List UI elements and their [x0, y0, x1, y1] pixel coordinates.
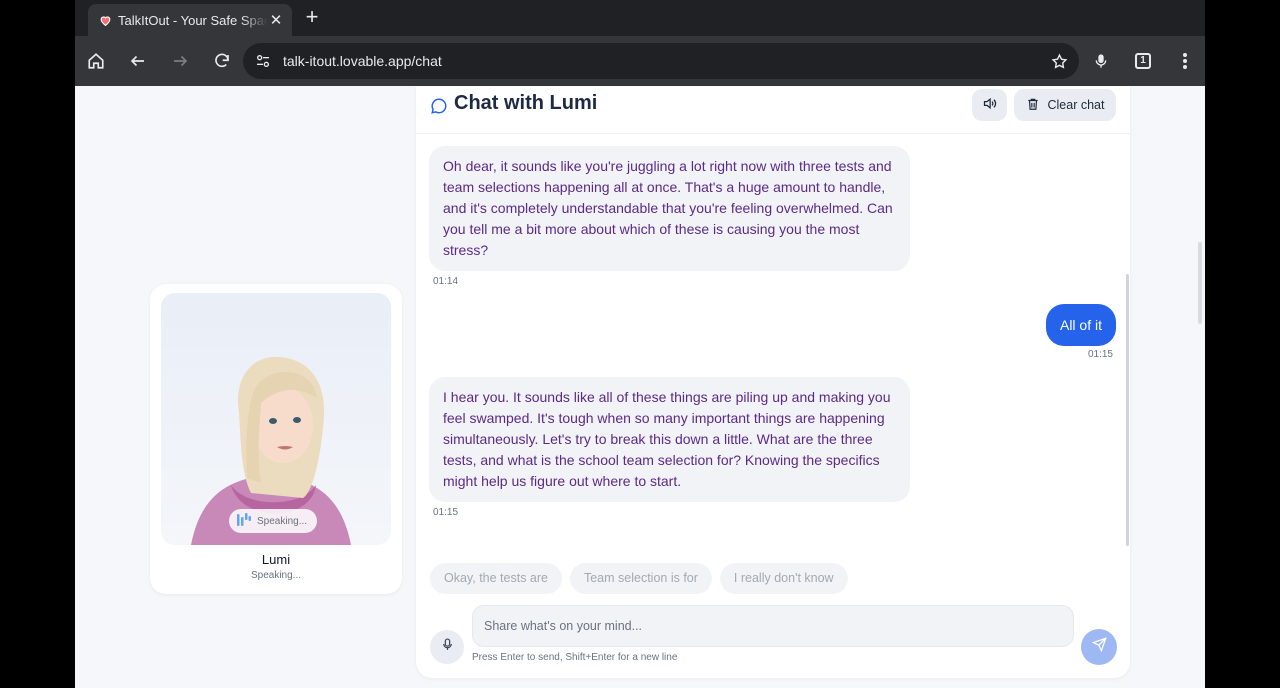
avatar-character-image	[191, 356, 351, 545]
send-button[interactable]	[1081, 629, 1117, 665]
tab-count-label: 1	[1135, 53, 1151, 69]
browser-toolbar: talk-itout.lovable.app/chat 1	[75, 36, 1205, 86]
tab-title: TalkItOut - Your Safe Space to	[118, 12, 268, 28]
avatar-name: Lumi	[261, 552, 291, 567]
trash-icon	[1026, 97, 1040, 114]
reload-icon[interactable]	[210, 49, 234, 73]
chat-bubble-icon	[430, 97, 448, 120]
message-timestamp: 01:14	[433, 276, 459, 287]
message-text: I hear you. It sounds like all of these …	[443, 389, 891, 489]
clear-chat-label: Clear chat	[1047, 98, 1105, 112]
heart-favicon-icon	[98, 13, 112, 27]
suggestion-chip[interactable]: Team selection is for	[569, 563, 712, 594]
bookmark-star-icon[interactable]	[1039, 52, 1079, 70]
speaking-pill-label: Speaking...	[257, 515, 308, 527]
new-tab-button[interactable]: +	[301, 6, 323, 29]
site-settings-icon[interactable]	[243, 53, 283, 69]
tab-talkitout[interactable]: TalkItOut - Your Safe Space to ✕	[88, 4, 292, 36]
chat-scrollbar[interactable]	[1126, 274, 1129, 546]
message-timestamp: 01:15	[1087, 349, 1113, 360]
message-text: All of it	[1059, 317, 1102, 333]
menu-kebab-icon[interactable]	[1173, 49, 1197, 73]
clear-chat-button[interactable]: Clear chat	[1014, 89, 1116, 121]
avatar-stage: Speaking...	[161, 293, 391, 545]
chat-header: Chat with Lumi Clear chat	[416, 86, 1130, 134]
message-input[interactable]: Share what's on your mind...	[472, 605, 1074, 647]
assistant-message: I hear you. It sounds like all of these …	[429, 377, 910, 502]
voice-search-icon[interactable]	[1089, 49, 1113, 73]
audio-wave-icon	[237, 512, 251, 530]
tab-count-button[interactable]: 1	[1131, 49, 1155, 73]
address-bar[interactable]: talk-itout.lovable.app/chat	[243, 43, 1079, 79]
input-hint: Press Enter to send, Shift+Enter for a n…	[472, 652, 678, 663]
back-icon[interactable]	[126, 49, 150, 73]
home-icon[interactable]	[84, 49, 108, 73]
forward-icon[interactable]	[168, 49, 192, 73]
url-text: talk-itout.lovable.app/chat	[283, 53, 442, 69]
page-content: Speaking... Lumi Speaking... Chat with L…	[75, 86, 1205, 688]
send-icon	[1091, 637, 1107, 657]
user-message: All of it	[1045, 304, 1116, 346]
avatar-card: Speaking... Lumi Speaking...	[150, 284, 402, 594]
speaker-icon	[982, 96, 997, 114]
page-scrollbar[interactable]	[1198, 242, 1202, 324]
message-list[interactable]: Oh dear, it sounds like you're juggling …	[416, 136, 1130, 548]
suggestion-chip[interactable]: Okay, the tests are	[430, 563, 562, 594]
page-title: Chat with Lumi	[454, 92, 598, 114]
browser-window: TalkItOut - Your Safe Space to ✕ + talk-…	[75, 0, 1205, 688]
microphone-button[interactable]	[430, 630, 464, 664]
message-timestamp: 01:15	[433, 507, 459, 518]
chat-panel: Chat with Lumi Clear chat Oh dear, it so…	[416, 86, 1130, 678]
tab-close-icon[interactable]: ✕	[268, 12, 284, 29]
microphone-icon	[441, 637, 454, 657]
message-text: Oh dear, it sounds like you're juggling …	[443, 158, 893, 258]
speaker-toggle-button[interactable]	[972, 89, 1007, 121]
avatar-status: Speaking...	[250, 570, 302, 581]
suggestion-chips: Okay, the tests are Team selection is fo…	[430, 563, 848, 594]
speaking-indicator: Speaking...	[229, 509, 318, 533]
tab-strip: TalkItOut - Your Safe Space to ✕ +	[75, 0, 1205, 36]
assistant-message: Oh dear, it sounds like you're juggling …	[429, 146, 910, 271]
suggestion-chip[interactable]: I really don't know	[719, 563, 848, 594]
